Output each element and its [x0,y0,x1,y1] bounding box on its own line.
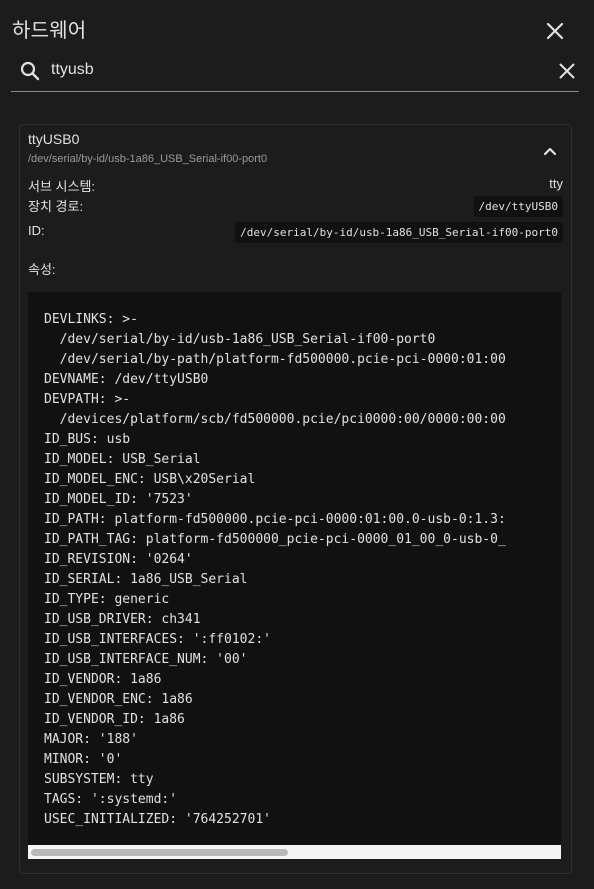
search-bar [11,50,579,92]
close-button[interactable] [540,16,570,46]
subsystem-label: 서브 시스템: [28,179,96,194]
attribute-line: DEVLINKS: >- [44,312,138,327]
search-icon [20,61,40,81]
attribute-line: ID_MODEL_ID: '7523' [44,492,193,507]
attribute-line: /dev/serial/by-id/usb-1a86_USB_Serial-if… [44,332,436,347]
attributes-label: 속성: [28,262,56,277]
attribute-line: ID_USB_DRIVER: ch341 [44,612,201,627]
attribute-line: MAJOR: '188' [44,732,138,747]
horizontal-scrollbar[interactable] [28,845,561,859]
attribute-line: ID_PATH_TAG: platform-fd500000_pcie-pci-… [44,532,506,547]
search-input[interactable] [51,58,541,82]
attributes-code-block: DEVLINKS: >- /dev/serial/by-id/usb-1a86_… [28,292,561,845]
attribute-line: ID_VENDOR_ID: 1a86 [44,712,185,727]
attribute-line: ID_MODEL_ENC: USB\x20Serial [44,472,256,487]
device-path-value: /dev/ttyUSB0 [473,196,563,217]
attribute-line: TAGS: ':systemd:' [44,792,178,807]
attribute-line: /dev/serial/by-path/platform-fd500000.pc… [44,352,506,367]
attribute-line: ID_BUS: usb [44,432,131,447]
device-path-subtitle: /dev/serial/by-id/usb-1a86_USB_Serial-if… [28,153,268,165]
attribute-line: ID_USB_INTERFACES: ':ff0102:' [44,632,271,647]
attribute-line: DEVPATH: >- [44,392,131,407]
close-icon [546,22,564,40]
device-path-label: 장치 경로: [28,199,84,214]
clear-icon [559,63,575,79]
attribute-line: ID_VENDOR_ENC: 1a86 [44,692,193,707]
hardware-dialog: 하드웨어 ttyUSB0 /dev/serial/by-id/usb-1a86_… [0,0,594,889]
clear-search-button[interactable] [555,59,579,83]
attribute-line: ID_VENDOR: 1a86 [44,672,162,687]
chevron-up-icon [543,147,557,156]
device-card: ttyUSB0 /dev/serial/by-id/usb-1a86_USB_S… [19,124,572,874]
attribute-line: USEC_INITIALIZED: '764252701' [44,812,271,827]
dialog-title: 하드웨어 [12,20,87,42]
attribute-line: ID_USB_INTERFACE_NUM: '00' [44,652,248,667]
attribute-line: SUBSYSTEM: tty [44,772,154,787]
attribute-line: ID_SERIAL: 1a86_USB_Serial [44,572,248,587]
id-label: ID: [28,223,45,238]
attribute-line: /devices/platform/scb/fd500000.pcie/pci0… [44,412,506,427]
attribute-line: ID_TYPE: generic [44,592,170,607]
attribute-line: ID_REVISION: '0264' [44,552,193,567]
collapse-button[interactable] [538,139,562,163]
subsystem-value: tty [549,176,563,191]
scrollbar-thumb[interactable] [31,849,288,856]
attribute-line: MINOR: '0' [44,752,123,767]
id-value: /dev/serial/by-id/usb-1a86_USB_Serial-if… [235,222,563,243]
attribute-line: ID_PATH: platform-fd500000.pcie-pci-0000… [44,512,506,527]
device-name: ttyUSB0 [28,131,80,147]
attribute-line: DEVNAME: /dev/ttyUSB0 [44,372,209,387]
attribute-line: ID_MODEL: USB_Serial [44,452,201,467]
attributes-text: DEVLINKS: >- /dev/serial/by-id/usb-1a86_… [44,310,506,830]
